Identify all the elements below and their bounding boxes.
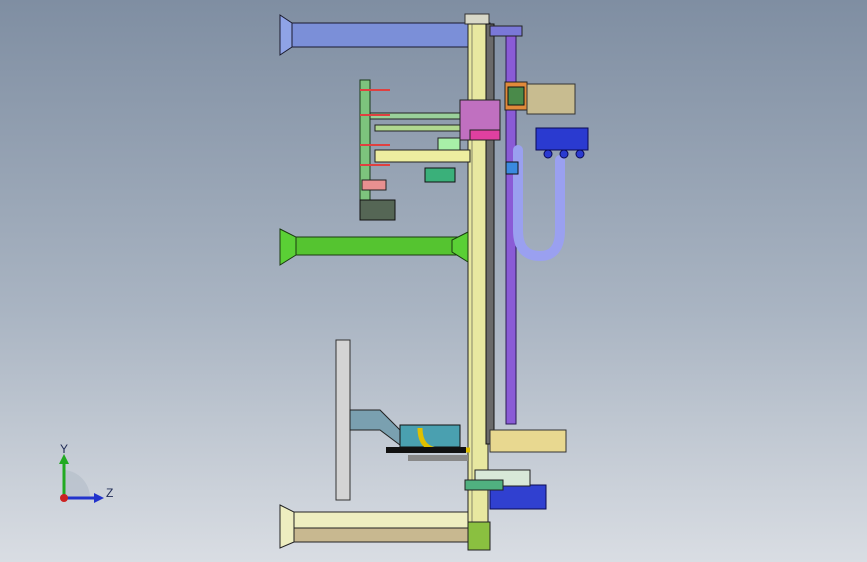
y-axis-label: Y [60,442,69,456]
base-assembly[interactable] [279,469,547,551]
cad-viewport[interactable]: Y Z [0,0,867,562]
hose-loop[interactable] [513,145,565,262]
middle-beam[interactable] [279,228,469,266]
lower-gripper[interactable] [335,339,567,501]
cad-model-assembly[interactable] [0,0,867,562]
top-beam[interactable] [279,13,491,56]
axis-triad: Y Z [52,440,122,510]
z-axis-label: Z [106,486,114,500]
